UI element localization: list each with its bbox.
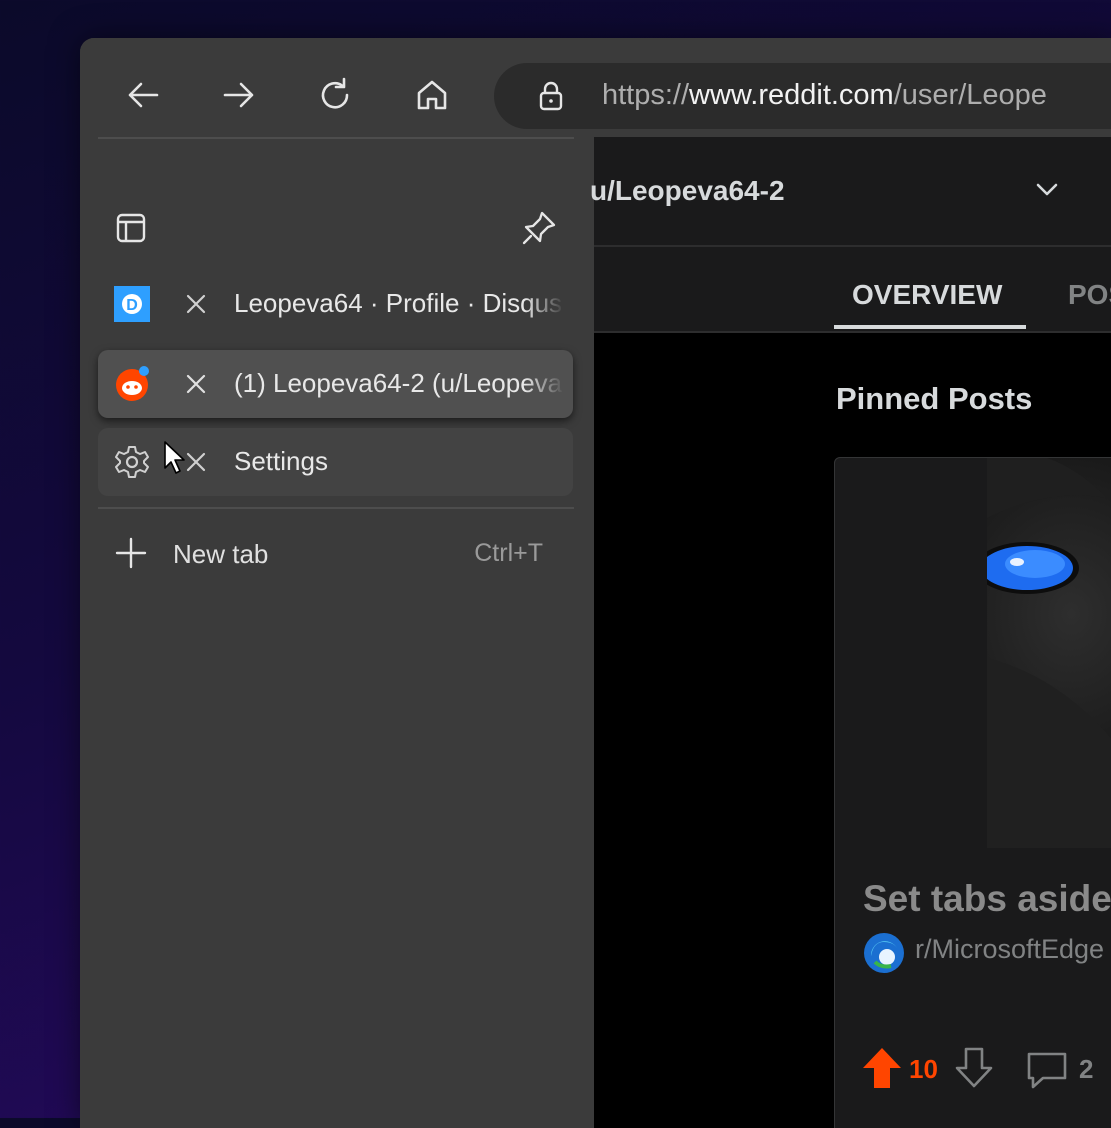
upvote-count: 10 [909, 1054, 938, 1084]
refresh-icon [321, 77, 349, 109]
subreddit-name[interactable]: r/MicrosoftEdge [915, 934, 1104, 965]
pin-icon[interactable] [520, 209, 558, 247]
cat-eye-image [987, 458, 1111, 848]
post-title[interactable]: Set tabs aside [863, 878, 1111, 920]
tab-title: (1) Leopeva64-2 (u/Leopeva64-2) - Reddit [234, 368, 564, 398]
tab-panel-icon[interactable] [114, 211, 148, 245]
lock-icon[interactable] [534, 79, 568, 113]
arrow-right-icon [223, 82, 254, 108]
mouse-cursor-icon [164, 441, 185, 474]
url-text[interactable]: https://www.reddit.com/user/Leope [602, 79, 1047, 112]
refresh-button[interactable] [312, 72, 358, 118]
back-button[interactable] [120, 72, 166, 118]
browser-window: https://www.reddit.com/user/Leope D Leop… [80, 38, 1111, 1128]
browser-toolbar: https://www.reddit.com/user/Leope [80, 38, 1111, 140]
address-bar[interactable]: https://www.reddit.com/user/Leope [494, 63, 1111, 129]
reddit-icon [116, 366, 149, 401]
comment-icon[interactable] [1025, 1048, 1069, 1090]
vertical-tabs-pane: D Leopeva64 · Profile · Disqus (1) Leope… [80, 137, 592, 1128]
close-icon[interactable] [182, 370, 210, 398]
close-icon[interactable] [182, 290, 210, 318]
web-page: u/Leopeva64-2 OVERVIEW POS Pinned Posts … [590, 137, 1111, 1128]
home-icon [417, 80, 447, 110]
disqus-icon: D [114, 286, 150, 322]
tab-overview-underline [834, 325, 1026, 329]
chevron-down-icon[interactable] [1032, 175, 1062, 205]
tab-item-reddit[interactable]: (1) Leopeva64-2 (u/Leopeva64-2) - Reddit [98, 350, 573, 418]
tab-item-disqus[interactable]: D Leopeva64 · Profile · Disqus [98, 270, 573, 338]
gear-icon [115, 446, 149, 478]
post-image[interactable] [987, 458, 1111, 848]
tab-posts[interactable]: POS [1068, 279, 1111, 311]
tab-title: Leopeva64 · Profile · Disqus [234, 288, 563, 318]
microsoft-edge-icon [864, 933, 904, 973]
upvote-icon[interactable] [861, 1046, 903, 1090]
new-tab-label: New tab [173, 539, 269, 569]
plus-icon [115, 537, 147, 569]
tab-title: Settings [234, 446, 328, 476]
svg-text:D: D [126, 297, 138, 314]
arrow-left-icon [128, 82, 159, 108]
pane-divider [98, 137, 574, 139]
comment-count: 2 [1079, 1054, 1094, 1084]
profile-tabs: OVERVIEW POS [594, 247, 1111, 333]
username-title: u/Leopeva64-2 [590, 175, 785, 206]
tab-overview[interactable]: OVERVIEW [852, 279, 1002, 311]
forward-button[interactable] [216, 72, 262, 118]
downvote-icon[interactable] [953, 1046, 995, 1090]
new-tab-button[interactable]: New tab Ctrl+T [98, 534, 573, 574]
new-tab-shortcut: Ctrl+T [474, 539, 543, 567]
post-actions: 10 2 [861, 1046, 1111, 1092]
post-card[interactable]: Set tabs aside r/MicrosoftEdge 10 2 [834, 457, 1111, 1128]
profile-header: u/Leopeva64-2 [590, 137, 1111, 247]
tab-list-divider [98, 507, 574, 509]
home-button[interactable] [409, 72, 455, 118]
pinned-posts-heading: Pinned Posts [836, 381, 1033, 416]
